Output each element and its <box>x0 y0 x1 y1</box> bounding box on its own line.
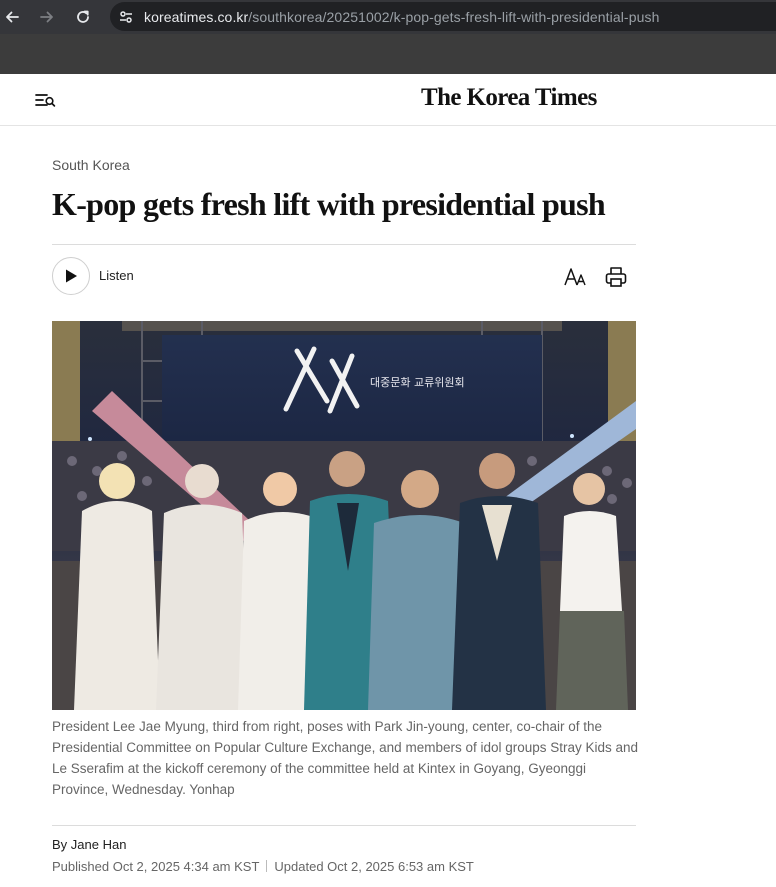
byline-prefix: By <box>52 837 68 852</box>
print-button[interactable] <box>603 264 629 290</box>
divider <box>52 825 636 826</box>
forward-button[interactable] <box>37 7 57 27</box>
listen-play-button[interactable] <box>52 257 90 295</box>
photo-sign-text: 대중문화 교류위원회 <box>370 376 465 389</box>
byline: By Jane Han <box>52 837 126 852</box>
listen-label[interactable]: Listen <box>99 268 134 283</box>
updated-date: Updated Oct 2, 2025 6:53 am KST <box>274 859 474 874</box>
photo-caption: President Lee Jae Myung, third from righ… <box>52 719 639 797</box>
category-link[interactable]: South Korea <box>52 157 130 173</box>
arrow-left-icon <box>6 11 19 23</box>
address-bar[interactable]: koreatimes.co.kr/southkorea/20251002/k-p… <box>110 2 776 31</box>
print-icon <box>605 267 627 287</box>
tune-icon <box>120 10 132 23</box>
play-icon <box>66 269 77 283</box>
published-date: Published Oct 2, 2025 4:34 am KST <box>52 859 260 874</box>
url-path: /southkorea/20251002/k-pop-gets-fresh-li… <box>248 8 660 25</box>
site-logo[interactable]: The Korea Times <box>421 84 597 112</box>
browser-strip <box>0 34 776 74</box>
url-text: koreatimes.co.kr/southkorea/20251002/k-p… <box>144 9 659 25</box>
back-button[interactable] <box>2 7 22 27</box>
menu-search-icon <box>35 94 56 107</box>
menu-search-button[interactable] <box>34 90 56 110</box>
site-info-button[interactable] <box>118 9 134 25</box>
browser-toolbar: koreatimes.co.kr/southkorea/20251002/k-p… <box>0 0 776 34</box>
author-link[interactable]: Jane Han <box>71 837 127 852</box>
url-host: koreatimes.co.kr <box>144 8 249 25</box>
article-headline: K-pop gets fresh lift with presidential … <box>52 186 606 222</box>
article-dates: Published Oct 2, 2025 4:34 am KST Updated… <box>52 859 474 874</box>
reload-button[interactable] <box>73 7 93 27</box>
arrow-right-icon <box>40 11 53 23</box>
date-separator <box>266 860 268 872</box>
font-size-icon <box>564 268 586 286</box>
font-size-button[interactable] <box>563 264 589 290</box>
divider <box>52 244 636 245</box>
site-header: The Korea Times <box>0 74 776 126</box>
reload-icon <box>77 10 89 23</box>
article-photo: 대중문화 교류위원회 <box>52 321 636 710</box>
